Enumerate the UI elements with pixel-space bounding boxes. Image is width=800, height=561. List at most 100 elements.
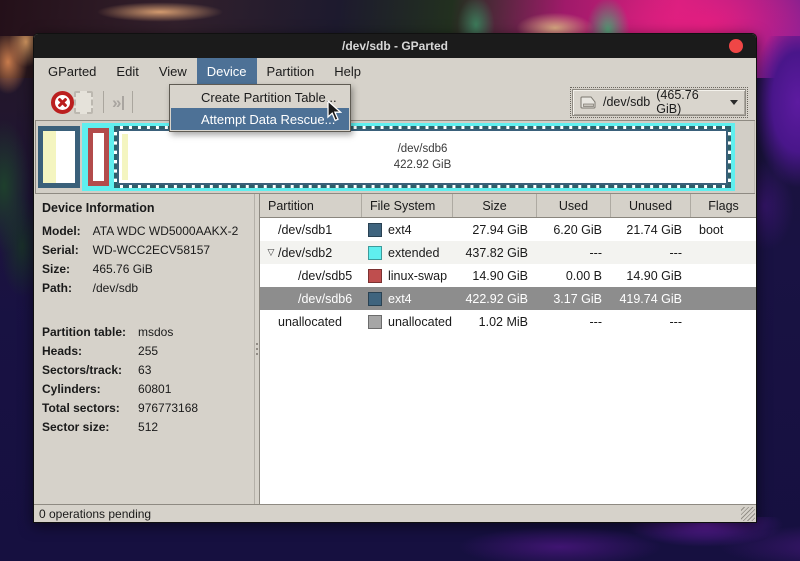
info-label: Heads: — [42, 344, 126, 358]
titlebar[interactable]: /dev/sdb - GParted — [34, 34, 756, 58]
info-label: Serial: — [42, 243, 81, 257]
partition-unused: 419.74 GiB — [611, 287, 691, 310]
expander-open-icon[interactable]: ▽ — [264, 247, 278, 258]
desktop: /dev/sdb - GParted GParted Edit View Dev… — [0, 0, 800, 561]
viz-partition-sdb1[interactable] — [38, 126, 80, 188]
menu-item-create-partition-table[interactable]: Create Partition Table... — [171, 86, 349, 108]
partition-name: /dev/sdb2 — [278, 246, 332, 260]
new-partition-icon — [74, 91, 93, 114]
info-label: Sectors/track: — [42, 363, 126, 377]
info-value: 512 — [138, 420, 246, 434]
partition-flags — [691, 241, 756, 264]
menu-view[interactable]: View — [149, 58, 197, 84]
menu-help[interactable]: Help — [324, 58, 371, 84]
partition-name: /dev/sdb1 — [278, 223, 332, 237]
filesystem-name: ext4 — [388, 292, 412, 306]
partition-flags — [691, 264, 756, 287]
partition-unused: 14.90 GiB — [611, 264, 691, 287]
header-used[interactable]: Used — [537, 194, 611, 217]
table-row-sdb6-selected[interactable]: /dev/sdb6 ext4 422.92 GiB 3.17 GiB 419.7… — [260, 287, 756, 310]
info-label: Cylinders: — [42, 382, 126, 396]
device-info-group-1: Model: ATA WDC WD5000AAKX-2 Serial: WD-W… — [42, 224, 246, 295]
menubar: GParted Edit View Device Partition Help — [34, 58, 756, 84]
info-value: WD-WCC2ECV58157 — [93, 243, 246, 257]
info-label: Partition table: — [42, 325, 126, 339]
close-icon[interactable] — [729, 39, 743, 53]
desktop-wallpaper-right — [754, 36, 800, 316]
apply-operations-button[interactable]: » — [112, 94, 124, 111]
table-row-sdb2[interactable]: ▽/dev/sdb2 extended 437.82 GiB --- --- — [260, 241, 756, 264]
new-partition-button[interactable] — [74, 91, 93, 114]
info-value: msdos — [138, 325, 246, 339]
partition-table: Partition File System Size Used Unused F… — [260, 194, 756, 504]
partition-size: 27.94 GiB — [453, 218, 537, 241]
header-size[interactable]: Size — [453, 194, 537, 217]
viz-sdb6-size: 422.92 GiB — [394, 157, 452, 173]
info-value: ATA WDC WD5000AAKX-2 — [93, 224, 246, 238]
toolbar-separator — [132, 91, 133, 113]
partition-used: --- — [537, 241, 611, 264]
info-value: 255 — [138, 344, 246, 358]
viz-partition-sdb5[interactable] — [88, 128, 109, 186]
partition-flags — [691, 287, 756, 310]
gparted-window: /dev/sdb - GParted GParted Edit View Dev… — [33, 33, 757, 523]
partition-used: --- — [537, 310, 611, 333]
device-menu-dropdown: Create Partition Table... Attempt Data R… — [169, 84, 351, 132]
selected-device-size: (465.76 GiB) — [656, 88, 724, 116]
desktop-wallpaper-bottom — [0, 517, 800, 561]
chevron-down-icon — [730, 100, 738, 105]
partition-used: 3.17 GiB — [537, 287, 611, 310]
table-row-sdb5[interactable]: /dev/sdb5 linux-swap 14.90 GiB 0.00 B 14… — [260, 264, 756, 287]
mouse-cursor-icon — [327, 100, 342, 122]
device-info-group-2: Partition table: msdos Heads: 255 Sector… — [42, 325, 246, 434]
delete-partition-button[interactable] — [51, 91, 74, 114]
partition-used: 6.20 GiB — [537, 218, 611, 241]
filesystem-color-swatch — [368, 246, 382, 260]
filesystem-name: ext4 — [388, 223, 412, 237]
viz-partition-sdb2-extended[interactable]: /dev/sdb6 422.92 GiB — [82, 123, 735, 191]
menu-gparted[interactable]: GParted — [38, 58, 106, 84]
info-value: 465.76 GiB — [93, 262, 246, 276]
partition-unused: --- — [611, 310, 691, 333]
statusbar: 0 operations pending — [34, 504, 756, 522]
partition-size: 437.82 GiB — [453, 241, 537, 264]
selected-device: /dev/sdb — [603, 95, 650, 109]
partition-size: 422.92 GiB — [453, 287, 537, 310]
table-row-sdb1[interactable]: /dev/sdb1 ext4 27.94 GiB 6.20 GiB 21.74 … — [260, 218, 756, 241]
header-unused[interactable]: Unused — [611, 194, 691, 217]
menu-partition[interactable]: Partition — [257, 58, 325, 84]
device-information-title: Device Information — [42, 201, 246, 215]
partition-size: 1.02 MiB — [453, 310, 537, 333]
partition-size: 14.90 GiB — [453, 264, 537, 287]
partition-used: 0.00 B — [537, 264, 611, 287]
device-selector[interactable]: /dev/sdb (465.76 GiB) — [572, 89, 746, 116]
viz-used-space — [43, 131, 56, 183]
menu-edit[interactable]: Edit — [106, 58, 148, 84]
apply-icon: » — [112, 94, 124, 111]
partition-flags — [691, 310, 756, 333]
desktop-wallpaper-left — [0, 36, 36, 336]
menu-item-attempt-data-rescue[interactable]: Attempt Data Rescue... — [171, 108, 349, 130]
resize-grip[interactable] — [741, 507, 755, 521]
info-label: Sector size: — [42, 420, 126, 434]
info-label: Total sectors: — [42, 401, 126, 415]
viz-partition-sdb6-selected[interactable]: /dev/sdb6 422.92 GiB — [114, 126, 731, 188]
info-value: 976773168 — [138, 401, 246, 415]
partition-name: /dev/sdb6 — [298, 292, 352, 306]
viz-sdb6-label: /dev/sdb6 — [398, 141, 448, 157]
status-text: 0 operations pending — [39, 507, 151, 521]
toolbar: » /dev/sdb (465.76 GiB) — [34, 84, 756, 120]
header-partition[interactable]: Partition — [260, 194, 362, 217]
viz-used-space — [122, 134, 128, 180]
table-row-unallocated[interactable]: unallocated unallocated 1.02 MiB --- --- — [260, 310, 756, 333]
header-file-system[interactable]: File System — [362, 194, 453, 217]
partition-name: /dev/sdb5 — [298, 269, 352, 283]
info-label: Path: — [42, 281, 81, 295]
menu-device[interactable]: Device — [197, 58, 257, 84]
header-flags[interactable]: Flags — [691, 194, 756, 217]
partition-name: unallocated — [278, 315, 342, 329]
filesystem-name: unallocated — [388, 315, 452, 329]
filesystem-name: extended — [388, 246, 439, 260]
filesystem-color-swatch — [368, 315, 382, 329]
info-label: Model: — [42, 224, 81, 238]
